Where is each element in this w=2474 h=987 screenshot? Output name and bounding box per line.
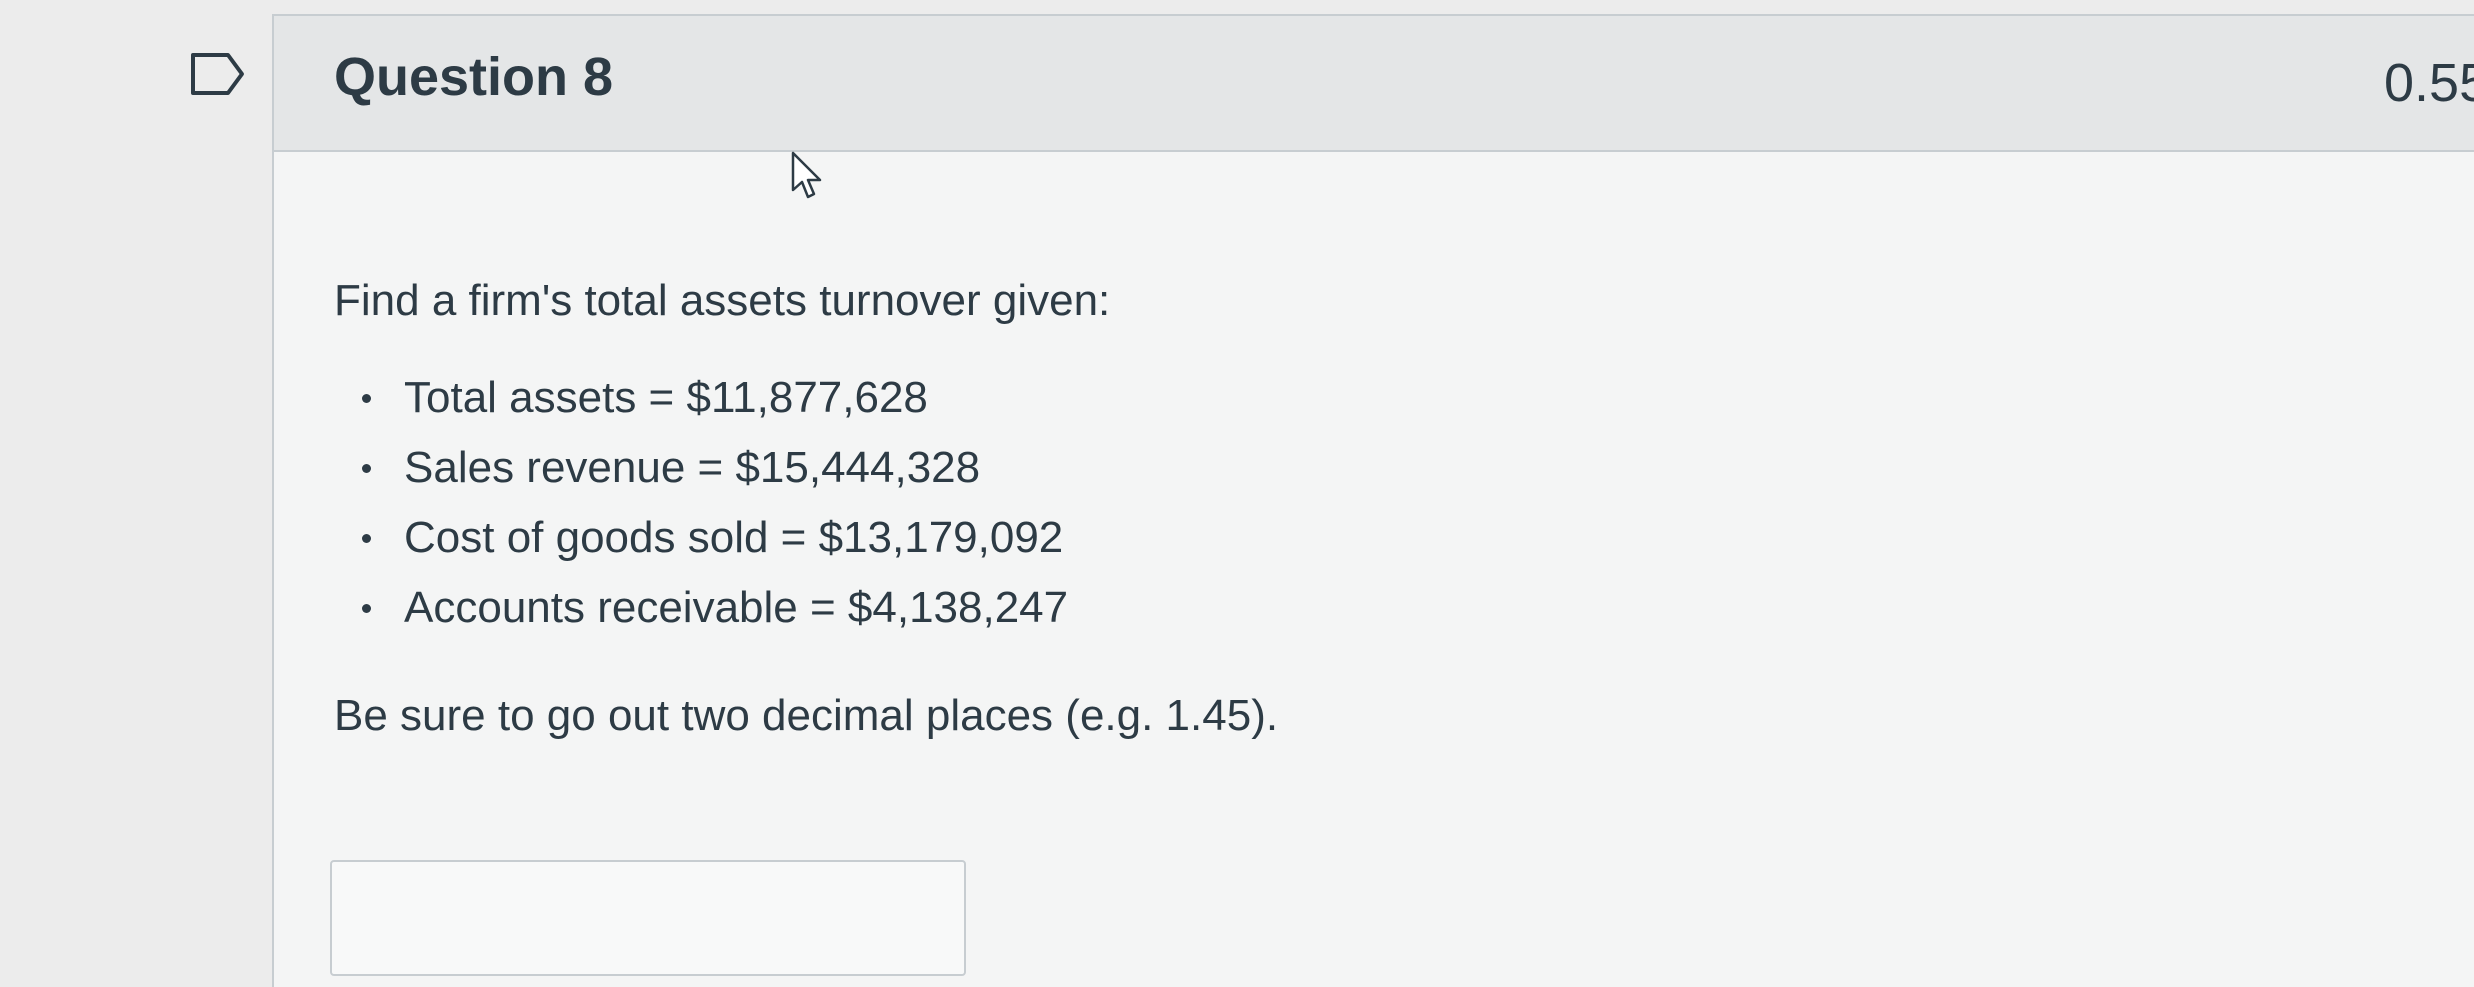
- bookmark-flag-icon: [191, 53, 244, 95]
- given-item-text: Total assets = $11,877,628: [404, 373, 928, 423]
- question-card: Question 8 0.55 Find a firm's total asse…: [272, 14, 2474, 987]
- question-header: Question 8 0.55: [274, 16, 2474, 152]
- given-values-list: Total assets = $11,877,628 Sales revenue…: [334, 363, 2334, 643]
- question-points: 0.55: [2384, 53, 2474, 113]
- bullet-icon: [362, 464, 371, 474]
- question-instruction: Be sure to go out two decimal places (e.…: [334, 691, 1279, 741]
- bullet-icon: [362, 534, 371, 544]
- given-item-text: Sales revenue = $15,444,328: [404, 443, 981, 493]
- list-item: Sales revenue = $15,444,328: [334, 433, 2334, 503]
- question-prompt: Find a firm's total assets turnover give…: [334, 276, 1111, 325]
- quiz-page: Question 8 0.55 Find a firm's total asse…: [0, 0, 2474, 987]
- answer-input[interactable]: [330, 860, 966, 976]
- question-body: Find a firm's total assets turnover give…: [334, 272, 2334, 744]
- given-item-text: Accounts receivable = $4,138,247: [404, 583, 1069, 633]
- mouse-pointer-icon: [791, 151, 822, 199]
- list-item: Total assets = $11,877,628: [334, 363, 2334, 433]
- flag-question-button[interactable]: [190, 52, 246, 96]
- given-item-text: Cost of goods sold = $13,179,092: [404, 513, 1064, 563]
- list-item: Cost of goods sold = $13,179,092: [334, 503, 2334, 573]
- bullet-icon: [362, 394, 371, 404]
- bullet-icon: [362, 604, 371, 614]
- list-item: Accounts receivable = $4,138,247: [334, 573, 2334, 643]
- question-title: Question 8: [334, 47, 614, 107]
